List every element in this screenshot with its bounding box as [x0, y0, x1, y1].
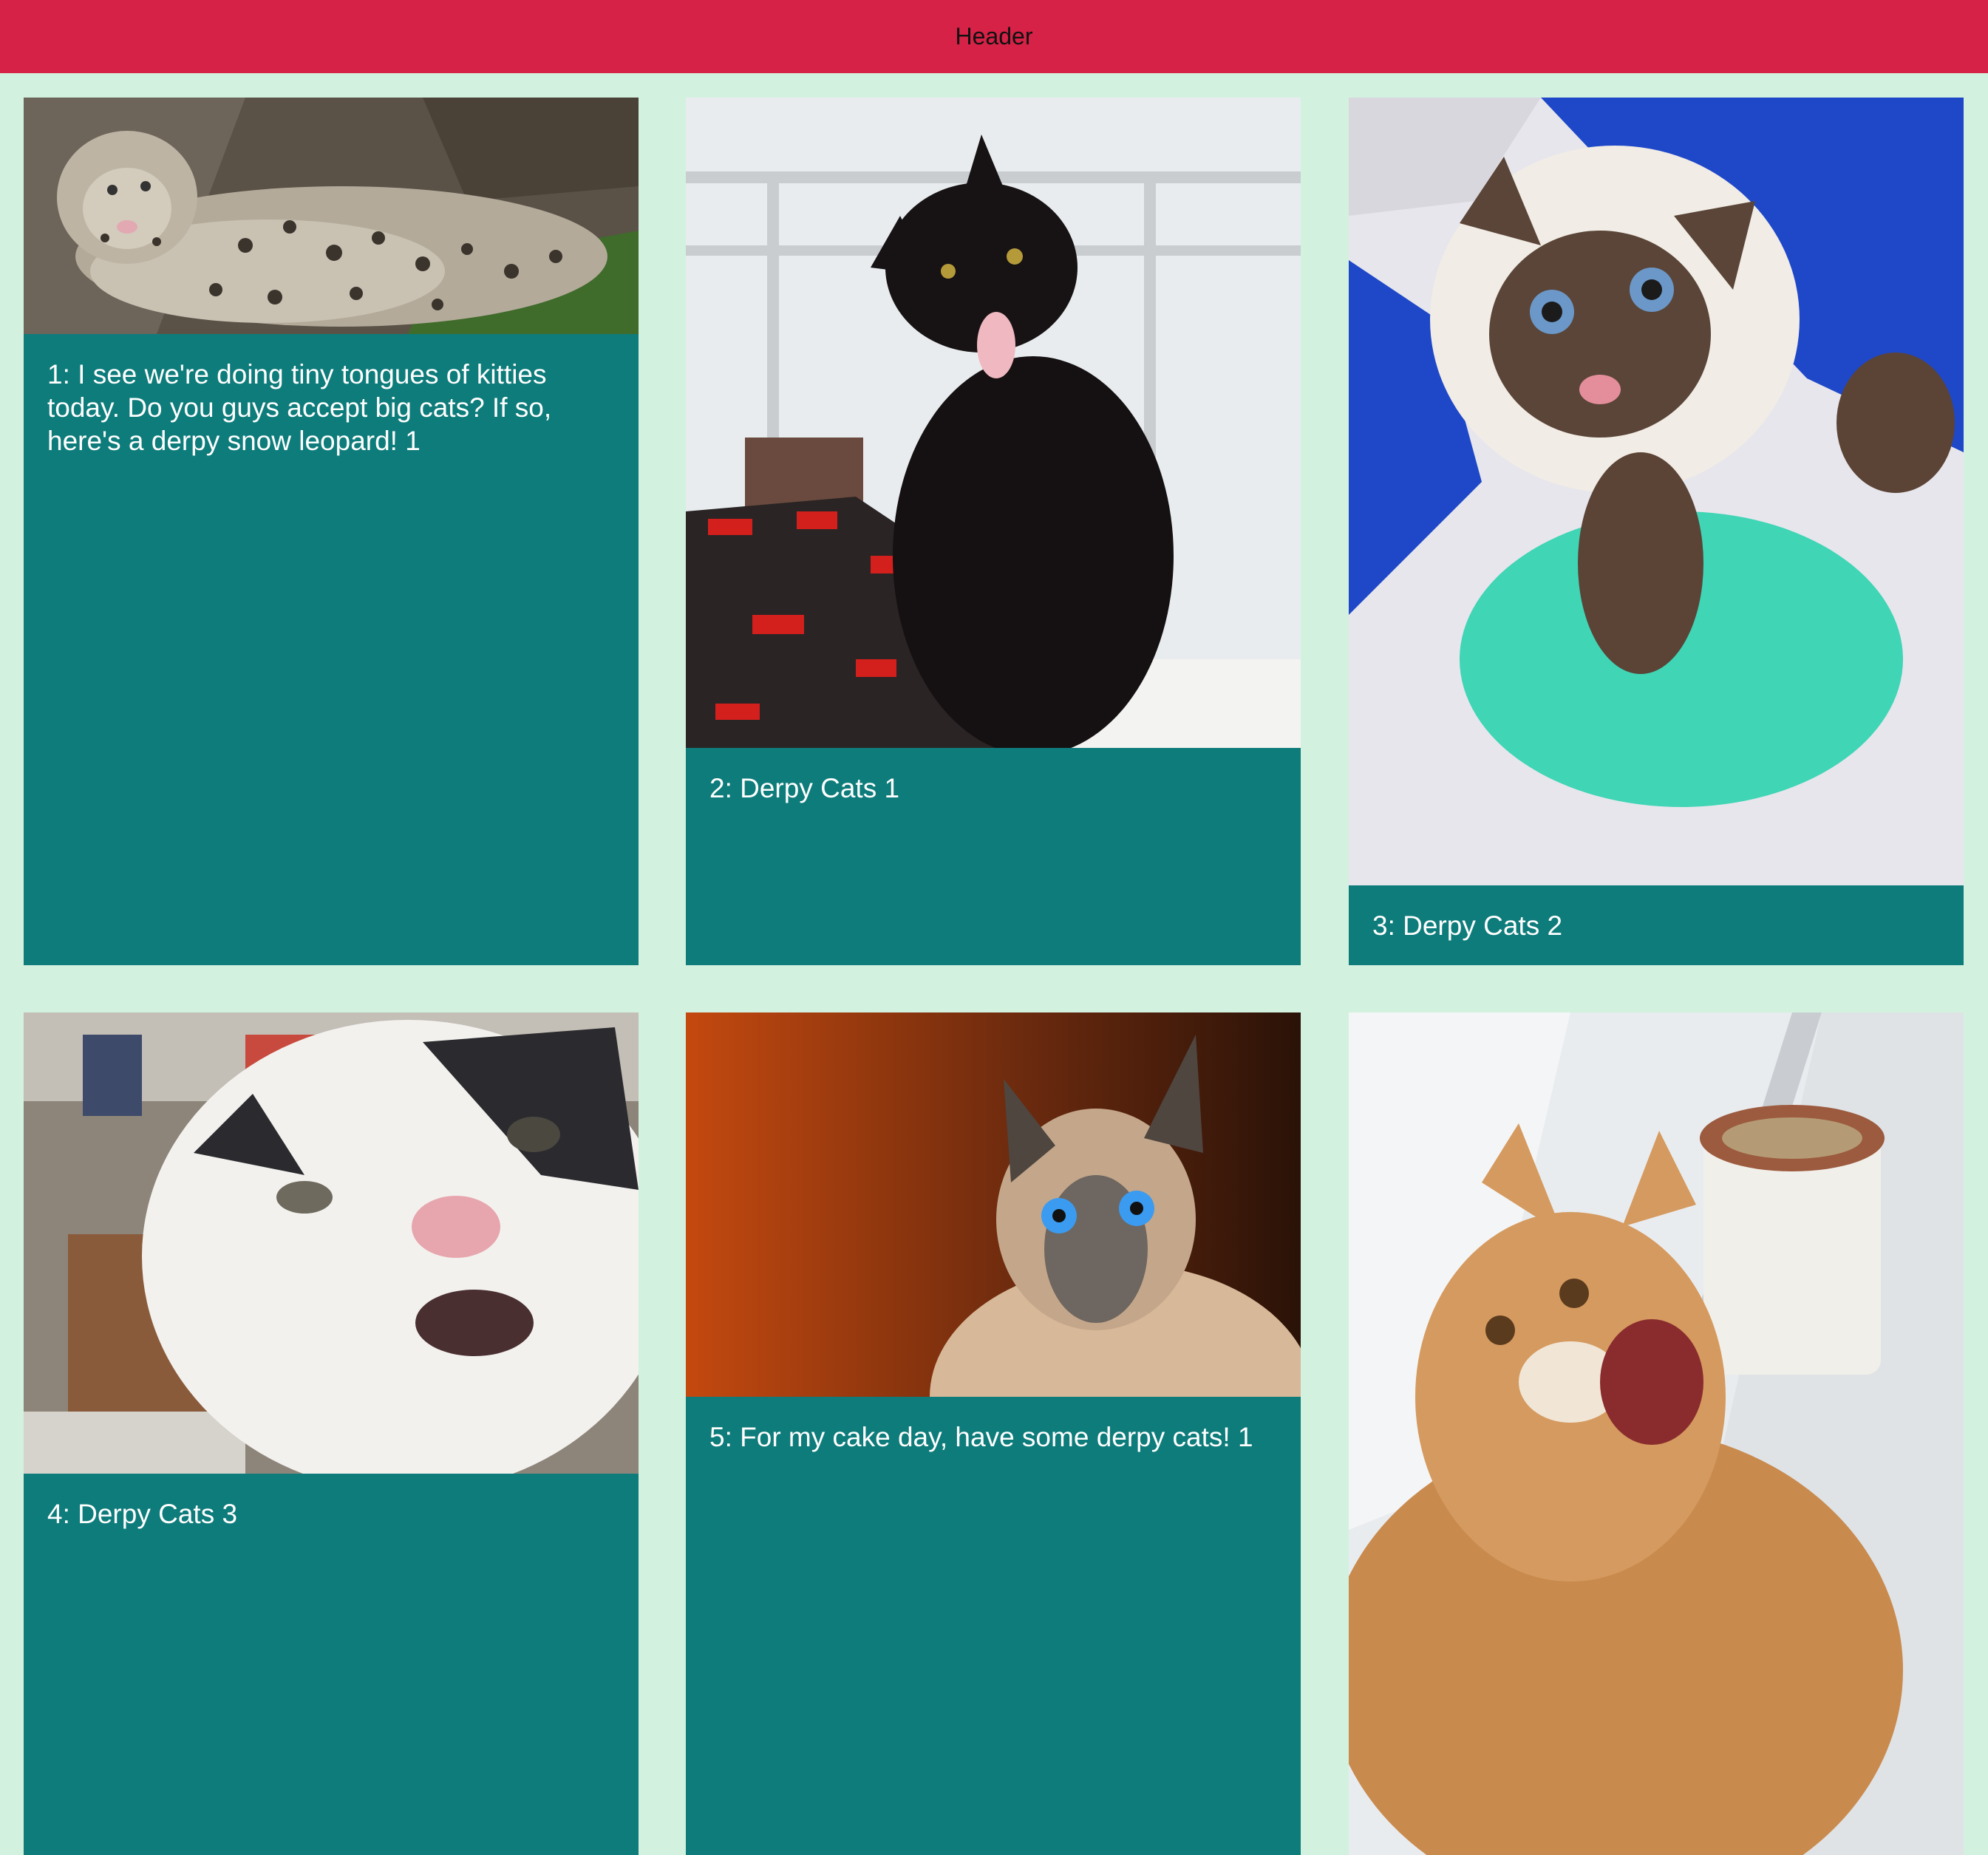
post-card[interactable]: [1349, 1012, 1964, 1855]
card-caption: 3: Derpy Cats 2: [1372, 911, 1563, 941]
post-card[interactable]: 4: Derpy Cats 3: [24, 1012, 639, 1855]
snow-leopard-photo[interactable]: [24, 98, 639, 334]
siamese-cat-photo[interactable]: [1349, 98, 1964, 885]
blue-eyed-cat-photo[interactable]: [686, 1012, 1301, 1397]
black-cat-photo[interactable]: [686, 98, 1301, 748]
orange-cat-photo[interactable]: [1349, 1012, 1964, 1855]
card-caption: 5: For my cake day, have some derpy cats…: [709, 1422, 1253, 1452]
post-card[interactable]: 3: Derpy Cats 2: [1349, 98, 1964, 965]
card-caption: 2: Derpy Cats 1: [709, 773, 900, 803]
post-card[interactable]: 5: For my cake day, have some derpy cats…: [686, 1012, 1301, 1855]
header-title: Header: [955, 23, 1033, 50]
white-cat-closeup-photo[interactable]: [24, 1012, 639, 1474]
post-card[interactable]: 2: Derpy Cats 1: [686, 98, 1301, 965]
card-caption: 1: I see we're doing tiny tongues of kit…: [47, 359, 552, 456]
card-caption: 4: Derpy Cats 3: [47, 1499, 238, 1529]
post-card[interactable]: 1: I see we're doing tiny tongues of kit…: [24, 98, 639, 965]
page-header: Header: [0, 0, 1988, 73]
